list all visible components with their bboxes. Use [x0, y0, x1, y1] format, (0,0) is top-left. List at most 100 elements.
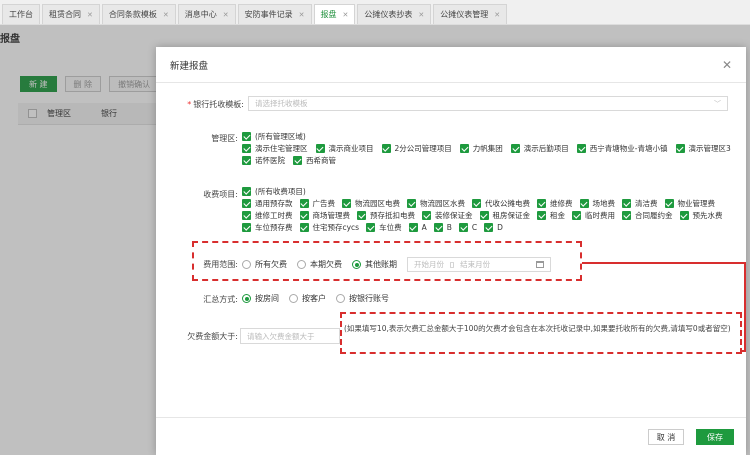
checkbox-area[interactable]: 演示商业项目 [315, 144, 374, 153]
end-month-input[interactable]: 结束月份 [460, 259, 490, 270]
checkbox-fee[interactable]: 预存抵扣电费 [357, 211, 415, 220]
tab-label: 工作台 [9, 10, 33, 19]
radio-other-period[interactable]: 其他账期 [352, 259, 397, 270]
cancel-button[interactable]: 取 消 [648, 429, 684, 445]
checked-icon [315, 144, 325, 153]
dialog-title: 新建报盘 [170, 60, 209, 72]
checkbox-area[interactable]: 2分公司管理项目 [381, 144, 452, 153]
close-icon[interactable]: ✕ [722, 58, 732, 72]
checkbox-fee[interactable]: 合同履约金 [622, 211, 673, 220]
checkbox-area[interactable]: 诺怀医院 [242, 156, 285, 165]
tab-offer[interactable]: 报盘 ✕ [313, 4, 356, 24]
checkbox-fee[interactable]: 广告费 [299, 199, 335, 208]
checkbox-fee[interactable]: 维修工时费 [242, 211, 293, 220]
radio-selected-icon [242, 294, 251, 303]
tab-lease-contract[interactable]: 租赁合同 ✕ [42, 4, 100, 24]
checkbox-area[interactable]: 力帆集团 [459, 144, 503, 153]
radio-icon [242, 260, 251, 269]
close-icon[interactable]: ✕ [87, 11, 93, 19]
checked-icon [366, 223, 376, 232]
bank-template-select[interactable]: 请选择托收模板 ﹀ [248, 96, 728, 111]
checkbox-fee[interactable]: 车位费 [366, 223, 402, 232]
save-button[interactable]: 保存 [696, 429, 734, 445]
tab-meter-reading[interactable]: 公摊仪表抄表 ✕ [357, 4, 432, 24]
checked-icon [433, 223, 443, 232]
checkbox-fee[interactable]: 通用预存款 [242, 199, 293, 208]
checkbox-area[interactable]: 演示管理区3 [675, 144, 731, 153]
annotation-connector [582, 262, 746, 264]
checkbox-fee[interactable]: 物流园区水费 [407, 199, 465, 208]
checked-icon [299, 211, 309, 220]
checked-icon [242, 223, 251, 232]
checkbox-all-areas[interactable]: (所有管理区域) [242, 132, 742, 141]
checkbox-fee[interactable]: D [484, 223, 503, 232]
radio-by-room[interactable]: 按房间 [242, 293, 279, 304]
checked-icon [293, 156, 302, 165]
tab-label: 安防事件记录 [244, 10, 293, 19]
checked-icon [664, 199, 674, 208]
start-month-input[interactable]: 开始月份 [414, 259, 444, 270]
checkbox-fee[interactable]: 租金 [537, 211, 565, 220]
close-icon[interactable]: ✕ [343, 11, 349, 19]
arrears-hint-text: (如果填写10,表示欠费汇总金额大于100的欠费才会包含在本次托收记录中,如果要… [344, 324, 731, 333]
checkbox-fee[interactable]: 商场管理费 [299, 211, 350, 220]
close-icon[interactable]: ✕ [163, 11, 169, 19]
checked-icon [242, 144, 251, 153]
checkbox-area[interactable]: 西宁青塘物业-青塘小镇 [576, 144, 668, 153]
checked-icon [572, 211, 581, 220]
checkbox-fee[interactable]: 住宅预存cycs [299, 223, 359, 232]
range-separator-icon: ▯ [450, 260, 455, 269]
tab-message-center[interactable]: 消息中心 ✕ [177, 4, 236, 24]
tab-security-events[interactable]: 安防事件记录 ✕ [237, 4, 312, 24]
radio-all-arrears[interactable]: 所有欠费 [242, 259, 287, 270]
checkbox-area[interactable]: 演示住宅管理区 [242, 144, 308, 153]
checkbox-fee[interactable]: 预先水费 [679, 211, 723, 220]
checkbox-fee[interactable]: 清洁费 [622, 199, 658, 208]
close-icon[interactable]: ✕ [299, 11, 305, 19]
close-icon[interactable]: ✕ [494, 11, 500, 19]
checkbox-fee[interactable]: 场地费 [579, 199, 615, 208]
radio-icon [336, 294, 345, 303]
tab-meter-management[interactable]: 公摊仪表管理 ✕ [433, 4, 508, 24]
checkbox-area[interactable]: 西希商管 [293, 156, 336, 165]
checkbox-fee[interactable]: 物流园区电费 [342, 199, 400, 208]
fee-range-radios: 所有欠费 本期欠费 其他账期 开始月份 ▯ 结束月份 [242, 257, 551, 272]
arrears-amount-input[interactable]: 请输入欠费金额大于 [240, 328, 340, 344]
select-placeholder: 请选择托收模板 [255, 99, 308, 108]
checked-icon [459, 144, 469, 153]
checkbox-fee[interactable]: 车位预存费 [242, 223, 293, 232]
checkbox-fee[interactable]: B [433, 223, 452, 232]
checkbox-all-fees[interactable]: (所有收费项目) [242, 187, 742, 196]
checkbox-fee[interactable]: A [408, 223, 427, 232]
radio-by-customer[interactable]: 按客户 [289, 293, 326, 304]
management-area-group: (所有管理区域) 演示住宅管理区 演示商业项目 2分公司管理项目 力帆集团 演示… [242, 132, 742, 165]
fee-items-label: 收费项目: [203, 190, 238, 199]
annotation-connector [740, 350, 746, 352]
tab-label: 合同条款模板 [108, 10, 157, 19]
radio-current-arrears[interactable]: 本期欠费 [297, 259, 342, 270]
checkbox-fee[interactable]: 物业管理费 [664, 199, 715, 208]
month-range-picker[interactable]: 开始月份 ▯ 结束月份 [407, 257, 551, 272]
checkbox-fee[interactable]: 代收公摊电费 [472, 199, 530, 208]
checked-icon [510, 144, 520, 153]
checked-icon [576, 144, 586, 153]
tab-contract-template[interactable]: 合同条款模板 ✕ [101, 4, 176, 24]
checked-icon [537, 211, 546, 220]
checkbox-area[interactable]: 演示后勤项目 [510, 144, 569, 153]
checkbox-fee[interactable]: 临时费用 [572, 211, 615, 220]
tab-label: 报盘 [320, 10, 337, 19]
radio-selected-icon [352, 260, 361, 269]
checkbox-fee[interactable]: C [458, 223, 477, 232]
checked-icon [381, 144, 391, 153]
checkbox-fee[interactable]: 维修费 [537, 199, 573, 208]
radio-by-bank-account[interactable]: 按银行账号 [336, 293, 389, 304]
checkbox-fee[interactable]: 租房保证金 [479, 211, 530, 220]
fee-items-group: (所有收费项目) 通用预存款 广告费 物流园区电费 物流园区水费 代收公摊电费 … [242, 187, 742, 232]
tab-workbench[interactable]: 工作台 [2, 4, 40, 24]
checked-icon [579, 199, 589, 208]
close-icon[interactable]: ✕ [418, 11, 424, 19]
tab-label: 租赁合同 [49, 10, 81, 19]
close-icon[interactable]: ✕ [223, 11, 229, 19]
checked-icon [242, 199, 251, 208]
checkbox-fee[interactable]: 装修保证金 [422, 211, 473, 220]
